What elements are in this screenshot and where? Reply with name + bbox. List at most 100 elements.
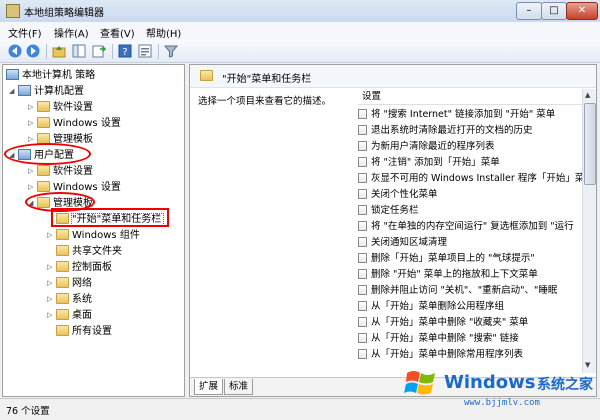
menu-view[interactable]: 查看(V) (100, 25, 135, 40)
list-item[interactable]: 关闭通知区域清理 (358, 235, 584, 251)
policy-icon (358, 237, 367, 247)
tree-network[interactable]: ▷ 网络 (47, 276, 92, 291)
list-item[interactable]: 为新用户清除最近的程序列表 (358, 139, 584, 155)
tree-uc-windows[interactable]: ▷ Windows 设置 (28, 180, 121, 195)
tree-all-settings[interactable]: 所有设置 (47, 324, 112, 339)
policy-icon (358, 221, 367, 231)
list-item[interactable]: 将 "搜索 Internet" 链接添加到 "开始" 菜单 (358, 107, 584, 123)
policy-tree[interactable]: 本地计算机 策略 ◢ 计算机配置 ▷ 软件设置 ▷ Windows 设置 ▷ 管理模板 … (2, 64, 185, 397)
windows-logo-icon (404, 366, 438, 400)
list-item[interactable]: 删除「开始」菜单项目上的 "气球提示" (358, 251, 584, 267)
back-arrow-icon[interactable] (8, 44, 22, 58)
tree-control-panel[interactable]: ▷ 控制面板 (47, 260, 112, 275)
policy-icon (358, 349, 367, 359)
tree-start-menu-taskbar[interactable]: "开始"菜单和任务栏 (47, 212, 165, 227)
properties-icon[interactable] (138, 44, 152, 58)
watermark-url: www.bjjmlv.com (464, 398, 540, 408)
maximize-button[interactable]: □ (541, 2, 567, 20)
vertical-scrollbar[interactable]: ▲ ▼ (582, 89, 596, 373)
details-pane: "开始"菜单和任务栏 选择一个项目来查看它的描述。 设置 将 "搜索 Inter… (189, 64, 597, 397)
folder-icon (56, 293, 69, 304)
list-item[interactable]: 将 "在单独的内存空间运行" 复选框添加到 "运行 (358, 219, 584, 235)
menu-action[interactable]: 操作(A) (54, 25, 89, 40)
tree-windows-components[interactable]: ▷ Windows 组件 (47, 228, 140, 243)
export-list-icon[interactable] (92, 44, 106, 58)
list-item[interactable]: 从「开始」菜单中删除 "收藏夹" 菜单 (358, 315, 584, 331)
expand-arrow-icon[interactable]: ▷ (47, 260, 56, 275)
policy-icon (358, 333, 367, 343)
forward-arrow-icon[interactable] (26, 44, 40, 58)
policy-icon (358, 301, 367, 311)
tree-root[interactable]: 本地计算机 策略 (6, 68, 95, 83)
expand-arrow-icon[interactable]: ▷ (28, 100, 37, 115)
menu-file[interactable]: 文件(F) (8, 25, 42, 40)
details-header: "开始"菜单和任务栏 (190, 65, 596, 88)
tree-shared-folders[interactable]: 共享文件夹 (47, 244, 122, 259)
tree-computer-config[interactable]: ◢ 计算机配置 (9, 84, 84, 99)
policy-icon (358, 189, 367, 199)
details-title: "开始"菜单和任务栏 (222, 74, 312, 85)
description-text: 选择一个项目来查看它的描述。 (198, 96, 332, 107)
help-icon[interactable]: ? (118, 44, 132, 58)
close-button[interactable]: ✕ (566, 2, 598, 20)
expand-arrow-icon[interactable]: ▷ (47, 292, 56, 307)
policy-icon (358, 317, 367, 327)
up-folder-icon[interactable] (52, 44, 66, 58)
column-header-settings[interactable]: 设置 (358, 89, 582, 105)
tree-desktop[interactable]: ▷ 桌面 (47, 308, 92, 323)
menu-help[interactable]: 帮助(H) (146, 25, 181, 40)
collapse-arrow-icon[interactable]: ◢ (9, 148, 18, 163)
tree-system[interactable]: ▷ 系统 (47, 292, 92, 307)
tree-cc-software[interactable]: ▷ 软件设置 (28, 100, 93, 115)
expand-arrow-icon[interactable]: ▷ (28, 180, 37, 195)
expand-arrow-icon[interactable]: ▷ (28, 116, 37, 131)
folder-icon (56, 309, 69, 320)
window-title: 本地组策略编辑器 (24, 8, 104, 19)
list-item[interactable]: 从「开始」菜单删除公用程序组 (358, 299, 584, 315)
tree-cc-windows[interactable]: ▷ Windows 设置 (28, 116, 121, 131)
scroll-up-icon[interactable]: ▲ (585, 91, 590, 99)
collapse-arrow-icon[interactable]: ◢ (9, 84, 18, 99)
list-item[interactable]: 关闭个性化菜单 (358, 187, 584, 203)
scrollbar-thumb[interactable] (584, 103, 596, 185)
list-item[interactable]: 退出系统时清除最近打开的文档的历史 (358, 123, 584, 139)
tree-user-config[interactable]: ◢ 用户配置 (9, 148, 74, 163)
tree-uc-software[interactable]: ▷ 软件设置 (28, 164, 93, 179)
expand-arrow-icon[interactable]: ▷ (47, 228, 56, 243)
list-item[interactable]: 删除 "开始" 菜单上的拖放和上下文菜单 (358, 267, 584, 283)
list-item[interactable]: 将 "注销" 添加到「开始」菜单 (358, 155, 584, 171)
tree-uc-admin[interactable]: ◢ 管理模板 (28, 196, 93, 211)
policy-icon (358, 173, 367, 183)
watermark: Windows 系统之家 www.bjjmlv.com (404, 362, 598, 414)
policy-icon (358, 125, 367, 135)
show-tree-icon[interactable] (72, 44, 86, 58)
policy-icon (358, 253, 367, 263)
watermark-suffix: 系统之家 (537, 377, 593, 393)
computer-icon (18, 85, 31, 96)
list-item[interactable]: 灰显不可用的 Windows Installer 程序「开始」菜 (358, 171, 584, 187)
policy-icon (358, 109, 367, 119)
list-item[interactable]: 从「开始」菜单中删除常用程序列表 (358, 347, 584, 363)
expand-arrow-icon[interactable]: ▷ (28, 164, 37, 179)
expand-arrow-icon[interactable]: ▷ (28, 132, 37, 147)
tree-cc-admin[interactable]: ▷ 管理模板 (28, 132, 93, 147)
tab-standard[interactable]: 标准 (224, 379, 254, 395)
folder-icon (56, 325, 69, 336)
app-icon (6, 4, 20, 18)
expand-arrow-icon[interactable]: ▷ (47, 276, 56, 291)
collapse-arrow-icon[interactable]: ◢ (28, 196, 37, 211)
toolbar-separator (112, 44, 113, 59)
list-item[interactable]: 锁定任务栏 (358, 203, 584, 219)
folder-icon (200, 70, 213, 81)
list-item[interactable]: 删除并阻止访问 "关机"、"重新启动"、"睡眠 (358, 283, 584, 299)
filter-icon[interactable] (164, 44, 178, 58)
title-bar: 本地组策略编辑器 – □ ✕ (0, 0, 600, 23)
tab-extended[interactable]: 扩展 (194, 379, 224, 395)
list-item[interactable]: 从「开始」菜单中删除 "搜索" 链接 (358, 331, 584, 347)
settings-list[interactable]: 设置 将 "搜索 Internet" 链接添加到 "开始" 菜单 退出系统时清除… (358, 89, 584, 373)
minimize-button[interactable]: – (516, 2, 542, 20)
expand-arrow-icon[interactable]: ▷ (47, 308, 56, 323)
folder-icon (56, 277, 69, 288)
toolbar: ? (0, 40, 600, 63)
toolbar-separator (46, 44, 47, 59)
